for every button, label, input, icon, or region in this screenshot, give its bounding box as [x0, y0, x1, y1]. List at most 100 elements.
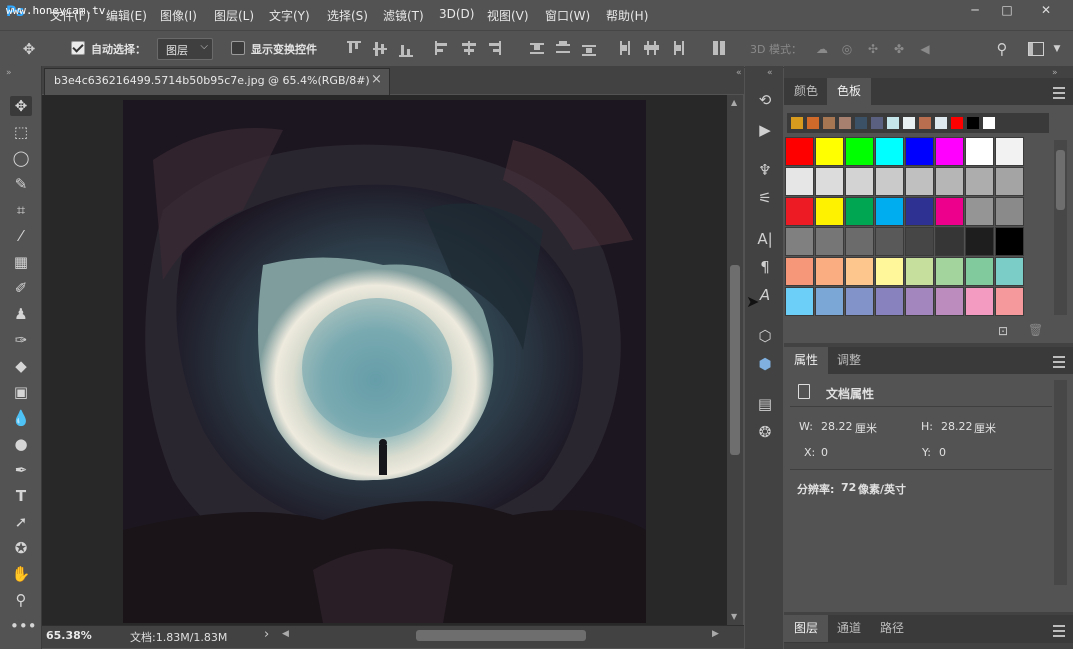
lasso-tool-icon[interactable]: ◯	[10, 148, 32, 168]
swatch[interactable]	[965, 167, 994, 196]
panel-menu-icon[interactable]	[1053, 356, 1065, 368]
close-window-button[interactable]: ✕	[1026, 0, 1066, 22]
recent-swatch[interactable]	[886, 116, 900, 130]
move-tool-icon[interactable]: ✥	[10, 96, 32, 116]
history-panel-icon[interactable]: ⟲	[755, 90, 775, 110]
swatch[interactable]	[875, 197, 904, 226]
tab-color[interactable]: 颜色	[784, 78, 828, 105]
tab-channels[interactable]: 通道	[827, 615, 871, 642]
recent-swatch[interactable]	[902, 116, 916, 130]
quick-select-tool-icon[interactable]: ✎	[10, 174, 32, 194]
width-value[interactable]: 28.22	[821, 420, 853, 433]
swatch[interactable]	[935, 137, 964, 166]
timeline-panel-icon[interactable]: ▤	[755, 394, 775, 414]
swatch[interactable]	[785, 137, 814, 166]
menu-3d[interactable]: 3D(D)	[439, 7, 474, 21]
swatch[interactable]	[785, 167, 814, 196]
swatch[interactable]	[995, 287, 1024, 316]
collapse-arrows-icon[interactable]: »	[6, 68, 12, 78]
swatch[interactable]	[935, 227, 964, 256]
document-tab[interactable]: b3e4c636216499.5714b50b95c7e.jpg @ 65.4%…	[44, 68, 390, 95]
clone-stamp-tool-icon[interactable]: ♟	[10, 304, 32, 324]
panel-menu-icon[interactable]	[1053, 87, 1065, 99]
swatch[interactable]	[995, 227, 1024, 256]
swatch[interactable]	[995, 167, 1024, 196]
tab-layers[interactable]: 图层	[784, 615, 829, 642]
recent-swatch[interactable]	[966, 116, 980, 130]
recent-swatch[interactable]	[918, 116, 932, 130]
scroll-right-icon[interactable]: ▶	[712, 629, 719, 639]
swatch[interactable]	[875, 257, 904, 286]
pen-tool-icon[interactable]: ✒	[10, 460, 32, 480]
eyedropper-tool-icon[interactable]: ⁄	[10, 226, 32, 246]
search-icon[interactable]: ⚲	[995, 42, 1009, 57]
close-tab-icon[interactable]: ×	[371, 72, 382, 87]
dodge-tool-icon[interactable]: ●	[10, 434, 32, 454]
healing-brush-tool-icon[interactable]: ▦	[10, 252, 32, 272]
blur-tool-icon[interactable]: 💧	[10, 408, 32, 428]
swatch[interactable]	[905, 257, 934, 286]
auto-select-checkbox[interactable]	[71, 41, 85, 55]
swatch[interactable]	[815, 287, 844, 316]
swatch[interactable]	[875, 167, 904, 196]
recent-swatch[interactable]	[822, 116, 836, 130]
swatch[interactable]	[905, 227, 934, 256]
3d-cube-icon[interactable]: ⬢	[755, 354, 775, 374]
character-panel-icon[interactable]: A|	[755, 229, 775, 249]
paragraph-panel-icon[interactable]: ¶	[755, 257, 775, 277]
zoom-level[interactable]: 65.38%	[46, 629, 92, 642]
auto-select-dropdown[interactable]: 图层 ⌵	[157, 38, 213, 60]
swatch[interactable]	[875, 227, 904, 256]
history-brush-tool-icon[interactable]: ✑	[10, 330, 32, 350]
swatch[interactable]	[785, 227, 814, 256]
3d-slide-icon[interactable]: ✤	[892, 42, 906, 56]
swatch[interactable]	[845, 137, 874, 166]
swatch[interactable]	[815, 137, 844, 166]
recent-swatch[interactable]	[870, 116, 884, 130]
swatch[interactable]	[875, 137, 904, 166]
marquee-tool-icon[interactable]: ⬚	[10, 122, 32, 142]
swatch[interactable]	[905, 197, 934, 226]
brushes-panel-icon[interactable]: ♆	[755, 160, 775, 180]
recent-swatch[interactable]	[806, 116, 820, 130]
chevron-down-icon[interactable]: ▼	[1050, 42, 1064, 56]
swatch[interactable]	[875, 287, 904, 316]
collapse-arrows-icon[interactable]: «	[767, 68, 773, 78]
menu-select[interactable]: 选择(S)	[327, 7, 368, 24]
delete-swatch-icon[interactable]: 🗑	[1028, 323, 1043, 337]
recent-swatch[interactable]	[934, 116, 948, 130]
swatch[interactable]	[815, 227, 844, 256]
recent-swatch[interactable]	[838, 116, 852, 130]
document-image[interactable]	[123, 100, 646, 623]
gradient-tool-icon[interactable]: ▣	[10, 382, 32, 402]
swatch[interactable]	[965, 227, 994, 256]
3d-roll-icon[interactable]: ◎	[840, 42, 854, 56]
swatch[interactable]	[965, 197, 994, 226]
swatch[interactable]	[815, 197, 844, 226]
actions-panel-icon[interactable]: ▶	[755, 120, 775, 140]
tab-properties[interactable]: 属性	[784, 347, 829, 374]
panel-menu-icon[interactable]	[1053, 625, 1065, 637]
swatch[interactable]	[785, 257, 814, 286]
horizontal-scroll-thumb[interactable]	[416, 630, 586, 641]
collapse-arrows-icon[interactable]: «	[736, 68, 742, 78]
swatches-scroll-thumb[interactable]	[1056, 150, 1065, 210]
new-swatch-icon[interactable]: ⊡	[998, 324, 1008, 338]
swatch[interactable]	[935, 197, 964, 226]
3d-orbit-icon[interactable]: ☁	[815, 42, 829, 56]
swatch[interactable]	[815, 167, 844, 196]
swatch[interactable]	[845, 227, 874, 256]
swatch[interactable]	[995, 137, 1024, 166]
crop-tool-icon[interactable]: ⌗	[10, 200, 32, 220]
3d-panel-icon[interactable]: ⬡	[755, 326, 775, 346]
tab-adjustments[interactable]: 调整	[827, 347, 871, 374]
status-menu-arrow-icon[interactable]: ›	[264, 627, 269, 642]
swatch[interactable]	[995, 257, 1024, 286]
path-select-tool-icon[interactable]: ➚	[10, 512, 32, 532]
swatch[interactable]	[965, 257, 994, 286]
swatch[interactable]	[785, 287, 814, 316]
swatch[interactable]	[965, 287, 994, 316]
swatch[interactable]	[845, 197, 874, 226]
recent-swatch[interactable]	[982, 116, 996, 130]
swatch[interactable]	[935, 287, 964, 316]
